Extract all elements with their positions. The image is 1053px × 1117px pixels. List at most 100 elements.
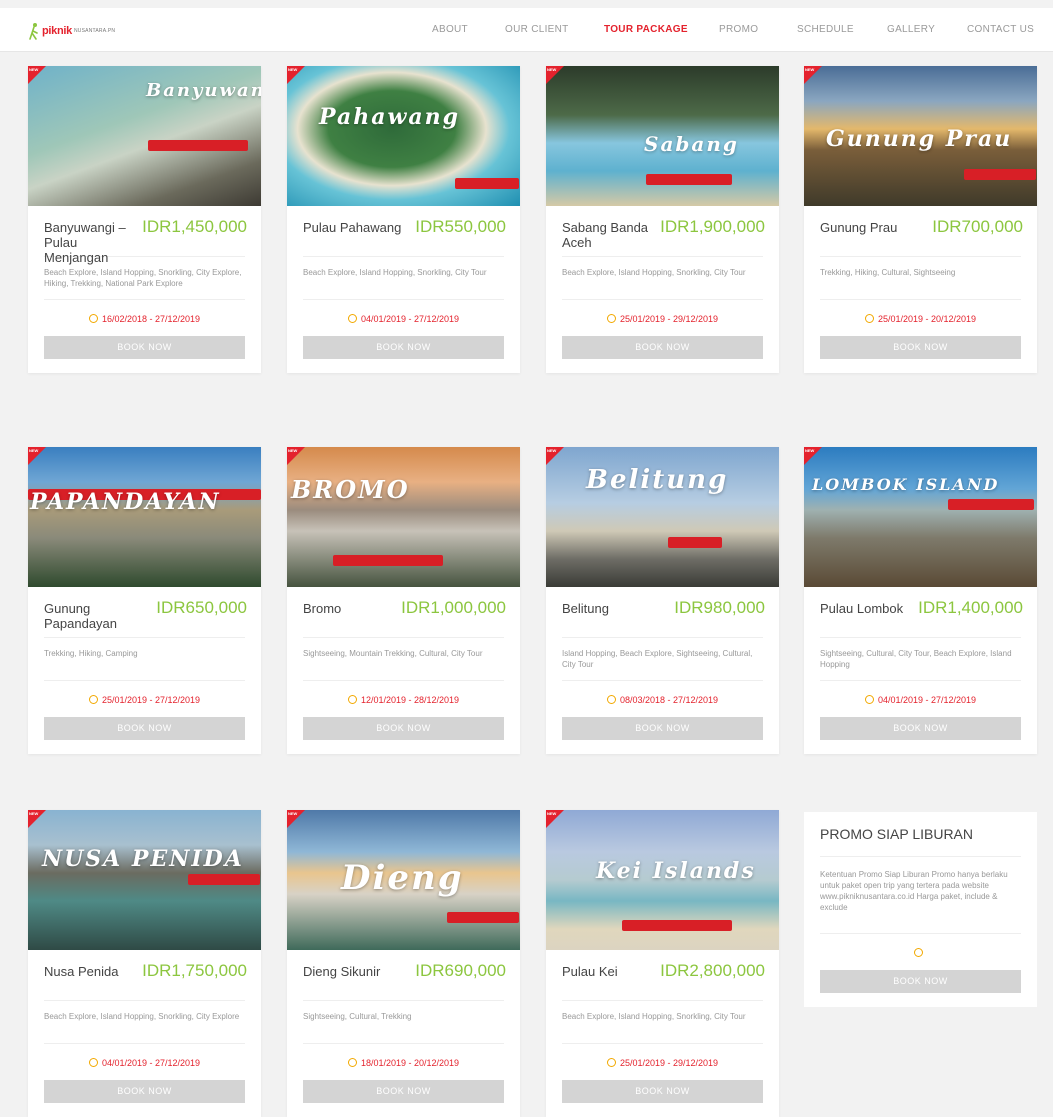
book-now-button[interactable]: BOOK NOW [562, 1080, 763, 1103]
package-date-range: 08/03/2018 - 27/12/2019 [619, 695, 719, 705]
package-card: Sabang NEW Sabang Banda Aceh IDR1,900,000 Be… [546, 66, 779, 373]
package-image[interactable]: Sabang NEW [546, 66, 779, 206]
nav-item-schedule[interactable]: SCHEDULE [797, 24, 854, 35]
nav-item-our-client[interactable]: OUR CLIENT [505, 24, 569, 35]
package-name[interactable]: Gunung Papandayan [44, 601, 144, 631]
nav-item-gallery[interactable]: GALLERY [887, 24, 935, 35]
nav-item-tour-package[interactable]: TOUR PACKAGE [604, 24, 688, 35]
book-now-button[interactable]: BOOK NOW [303, 1080, 504, 1103]
promo-book-now-button[interactable]: BOOK NOW [820, 970, 1021, 993]
package-activities: Sightseeing, Mountain Trekking, Cultural… [303, 649, 483, 658]
promo-card: PROMO SIAP LIBURAN Ketentuan Promo Siap … [804, 812, 1037, 1007]
package-name[interactable]: Pulau Lombok [820, 601, 920, 616]
package-header: Pulau Kei IDR2,800,000 [546, 950, 779, 1000]
promo-price-tag [333, 555, 443, 566]
book-now-button[interactable]: BOOK NOW [303, 336, 504, 359]
package-header: Pulau Pahawang IDR550,000 [287, 206, 520, 256]
package-header: Gunung Prau IDR700,000 [804, 206, 1037, 256]
package-name[interactable]: Pulau Kei [562, 964, 662, 979]
image-title: PAPANDAYAN [30, 489, 221, 515]
book-now-button[interactable]: BOOK NOW [820, 336, 1021, 359]
package-card: Gunung Prau NEW Gunung Prau IDR700,000 Trekk… [804, 66, 1037, 373]
package-date-range: 25/01/2019 - 27/12/2019 [101, 695, 201, 705]
clock-icon [347, 1058, 357, 1067]
package-header: Pulau Lombok IDR1,400,000 [804, 587, 1037, 637]
book-now-button[interactable]: BOOK NOW [44, 717, 245, 740]
package-activities: Trekking, Hiking, Cultural, Sightseeing [820, 268, 956, 277]
package-date-range: 25/01/2019 - 29/12/2019 [619, 314, 719, 324]
nav-item-about[interactable]: ABOUT [432, 24, 468, 35]
package-price: IDR980,000 [674, 598, 765, 617]
package-price: IDR1,000,000 [401, 598, 506, 617]
package-date-range: 16/02/2018 - 27/12/2019 [101, 314, 201, 324]
package-activities: Island Hopping, Beach Explore, Sightseei… [562, 649, 753, 669]
promo-title: PROMO SIAP LIBURAN [820, 826, 974, 842]
promo-date [804, 934, 1037, 970]
package-card: Dieng NEW Dieng Sikunir IDR690,000 Sightseei… [287, 810, 520, 1117]
image-title: Sabang [644, 132, 739, 156]
main-menu: ABOUT OUR CLIENT TOUR PACKAGE PROMO SCHEDULE… [0, 24, 1053, 40]
package-price: IDR690,000 [415, 961, 506, 980]
package-image[interactable]: BROMO NEW [287, 447, 520, 587]
package-image[interactable]: Gunung Prau NEW [804, 66, 1037, 206]
package-name[interactable]: Pulau Pahawang [303, 220, 403, 235]
package-price: IDR550,000 [415, 217, 506, 236]
package-name[interactable]: Gunung Prau [820, 220, 920, 235]
package-activities: Sightseeing, Cultural, City Tour, Beach … [820, 649, 1012, 669]
book-now-button[interactable]: BOOK NOW [303, 717, 504, 740]
package-name[interactable]: Banyuwangi – Pulau Menjangan [44, 220, 144, 265]
promo-price-tag [948, 499, 1034, 510]
top-navbar: piknik NUSANTARA.PN ABOUT OUR CLIENT TOUR … [0, 8, 1053, 52]
clock-icon [347, 695, 357, 704]
book-now-button[interactable]: BOOK NOW [562, 717, 763, 740]
package-name[interactable]: Bromo [303, 601, 403, 616]
package-header: Nusa Penida IDR1,750,000 [28, 950, 261, 1000]
package-date: 04/01/2019 - 27/12/2019 [28, 1044, 261, 1080]
nav-item-contact-us[interactable]: CONTACT US [967, 24, 1034, 35]
new-ribbon-label: NEW [29, 448, 39, 453]
package-image[interactable]: Kei Islands NEW [546, 810, 779, 950]
package-image[interactable]: Dieng NEW [287, 810, 520, 950]
promo-price-tag [148, 140, 248, 151]
new-ribbon-label: NEW [29, 811, 39, 816]
package-date: 25/01/2019 - 20/12/2019 [804, 300, 1037, 336]
package-image[interactable]: Belitung NEW [546, 447, 779, 587]
package-header: Dieng Sikunir IDR690,000 [287, 950, 520, 1000]
package-image[interactable]: LOMBOK ISLAND NEW [804, 447, 1037, 587]
package-date-range: 18/01/2019 - 20/12/2019 [360, 1058, 460, 1068]
nav-item-promo[interactable]: PROMO [719, 24, 758, 35]
new-ribbon-label: NEW [547, 811, 557, 816]
package-name[interactable]: Belitung [562, 601, 662, 616]
package-card: BROMO NEW Bromo IDR1,000,000 Sightseeing, Mo… [287, 447, 520, 754]
new-ribbon-label: NEW [805, 448, 815, 453]
package-date: 08/03/2018 - 27/12/2019 [546, 681, 779, 717]
package-header: Bromo IDR1,000,000 [287, 587, 520, 637]
new-ribbon-label: NEW [29, 67, 39, 72]
image-title: NUSA PENIDA [42, 846, 244, 872]
package-image[interactable]: Pahawang NEW [287, 66, 520, 206]
package-price: IDR1,900,000 [660, 217, 765, 236]
book-now-button[interactable]: BOOK NOW [820, 717, 1021, 740]
new-ribbon-label: NEW [547, 448, 557, 453]
package-name[interactable]: Dieng Sikunir [303, 964, 403, 979]
package-image[interactable]: PAPANDAYAN NEW [28, 447, 261, 587]
package-name[interactable]: Sabang Banda Aceh [562, 220, 662, 250]
book-now-button[interactable]: BOOK NOW [44, 1080, 245, 1103]
package-date: 18/01/2019 - 20/12/2019 [287, 1044, 520, 1080]
new-ribbon-label: NEW [547, 67, 557, 72]
package-card: NUSA PENIDA NEW Nusa Penida IDR1,750,000 Bea… [28, 810, 261, 1117]
package-price: IDR700,000 [932, 217, 1023, 236]
book-now-button[interactable]: BOOK NOW [562, 336, 763, 359]
new-ribbon-label: NEW [288, 67, 298, 72]
new-ribbon-label: NEW [288, 811, 298, 816]
package-price: IDR2,800,000 [660, 961, 765, 980]
package-image[interactable]: NUSA PENIDA NEW [28, 810, 261, 950]
clock-icon [347, 314, 357, 323]
package-card: Kei Islands NEW Pulau Kei IDR2,800,000 Beach… [546, 810, 779, 1117]
package-activities: Beach Explore, Island Hopping, Snorkling… [562, 1012, 746, 1021]
book-now-button[interactable]: BOOK NOW [44, 336, 245, 359]
package-name[interactable]: Nusa Penida [44, 964, 144, 979]
package-image[interactable]: Banyuwangi NEW [28, 66, 261, 206]
package-header: Banyuwangi – Pulau Menjangan IDR1,450,000 [28, 206, 261, 265]
package-activities: Beach Explore, Island Hopping, Snorkling… [303, 268, 487, 277]
